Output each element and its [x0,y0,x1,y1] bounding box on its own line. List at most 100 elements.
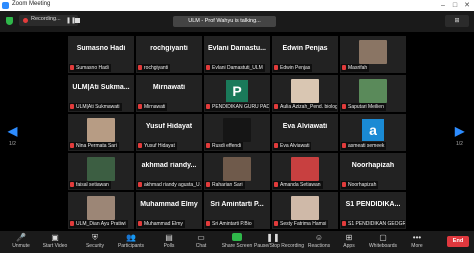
participant-name-label: ULM|Ati Sukmawati [69,103,122,111]
participant-tile[interactable]: Raharian Sari [204,153,270,190]
toolbar-apps-button[interactable]: ⊞ Apps [330,233,368,253]
participant-video [223,118,251,142]
participant-tile[interactable]: Mirnawati Mirnawati [136,75,202,112]
participant-display-name: Muhammad Elmy [140,201,198,208]
maximize-icon[interactable]: □ [449,0,461,11]
muted-mic-icon [206,104,210,109]
recording-label: Recording... [31,16,61,22]
participant-name-text: Nina Permata Sari [76,143,117,149]
participant-name-text: Masrifah [348,65,368,71]
participant-tile[interactable]: ULM|Ati Sukma... ULM|Ati Sukmawati [68,75,134,112]
participant-tile[interactable]: Nina Permata Sari [68,114,134,151]
chat-icon: ▭ [197,233,205,242]
participant-tile[interactable]: Sri Amintarti P... Sri Amintarti P.Bio [204,192,270,229]
participant-name-label: PENDIDIKAN GURU PAD... [205,103,269,111]
participant-display-name: Evlani Damastu... [208,45,266,52]
participant-name-label: Amanda Setiawan [273,181,323,189]
toolbar-whiteboards-button[interactable]: ▢ Whiteboards [364,233,402,253]
close-icon[interactable]: ✕ [461,0,473,11]
participant-tile[interactable]: Aulia Azizah_Pend. biologi [272,75,338,112]
participant-video [223,157,251,181]
participant-display-name: Sumasno Hadi [76,45,126,52]
participant-video [359,79,387,103]
participant-name-text: ULM|Ati Sukmawati [76,104,120,110]
participant-name-text: faisal setiawan [76,182,109,188]
toolbar-label: Share Screen [221,243,253,249]
participant-video [87,196,115,220]
next-page-icon[interactable]: ▶ [455,124,464,138]
participant-tile[interactable]: akhmad riandy... akhmad riandy agusta_U..… [136,153,202,190]
participant-name-text: Aulia Azizah_Pend. biologi [280,104,337,110]
toolbar-more-button[interactable]: ••• More [398,233,436,253]
video-off-icon: ▣ [51,233,59,242]
end-meeting-button[interactable]: End [447,236,469,247]
participant-tile[interactable]: Amanda Setiawan [272,153,338,190]
participant-tile[interactable]: S1 PENDIDIKA... S1 PENDIDIKAN GEOGRAFI [340,192,406,229]
participant-tile[interactable]: Saputari Meilien [340,75,406,112]
participant-name-label: Rusdi effendi [205,142,244,150]
participant-tile[interactable]: faisal setiawan [68,153,134,190]
toolbar-pause-stop-recording-button[interactable]: ❚❚ Pause/Stop Recording [254,233,305,253]
participant-name-label: Edwin Penjas [273,64,313,72]
muted-mic-icon [342,221,346,226]
view-button[interactable]: ⊞ [445,15,469,27]
muted-mic-icon [138,104,142,109]
participant-tile[interactable]: ULM_Dian Ayu Pratiwi [68,192,134,229]
participant-name-label: Sumasno Hadi [69,64,111,72]
participant-tile[interactable]: Muhammad Elmy Muhammad Elmy [136,192,202,229]
recording-dot-icon [23,18,28,23]
participants-icon: 👥 [126,233,136,242]
participant-tile[interactable]: rochgiyanti rochgiyanti [136,36,202,73]
participant-name-text: ULM_Dian Ayu Pratiwi [76,221,126,227]
toolbar-participants-button[interactable]: 👥 Participants [112,233,150,253]
encryption-shield-icon[interactable] [6,17,13,25]
participant-name-text: Edwin Penjas [280,65,311,71]
participant-tile[interactable]: Rusdi effendi [204,114,270,151]
participant-name-text: Noorhapizah [348,182,377,188]
participant-tile[interactable]: Yusuf Hidayat Yusuf Hidayat [136,114,202,151]
toolbar-chat-button[interactable]: ▭ Chat [182,233,220,253]
participant-tile[interactable]: Masrifah [340,36,406,73]
participant-tile[interactable]: P PENDIDIKAN GURU PAD... [204,75,270,112]
participant-tile[interactable]: Evlani Damastu... Evlani Damastuti_ULM [204,36,270,73]
muted-mic-icon [274,65,278,70]
participant-name-label: Evlani Damastuti_ULM [205,64,265,72]
participant-tile[interactable]: a asmeati semeek [340,114,406,151]
toolbar-label: Start Video [42,243,68,249]
zoom-logo-icon [2,2,9,9]
participant-name-label: Masrifah [341,64,370,72]
toolbar-label: Whiteboards [368,243,398,249]
stop-recording-icon[interactable] [75,18,80,23]
toolbar-start-video-button[interactable]: ▣ Start Video [36,233,74,253]
mic-muted-icon: 🎤 [16,233,26,242]
toolbar-share-screen-button[interactable]: Share Screen [218,233,256,253]
participant-tile[interactable]: Edwin Penjas Edwin Penjas [272,36,338,73]
participant-tile[interactable]: Noorhapizah Noorhapizah [340,153,406,190]
participant-name-label: asmeati semeek [341,142,387,150]
participant-name-text: Eva Alviawati [280,143,310,149]
toolbar-label: Pause/Stop Recording [254,243,305,249]
muted-mic-icon [138,143,142,148]
minimize-icon[interactable]: – [437,0,449,11]
participant-video [291,157,319,181]
active-speaker-banner: ULM - Prof Wahyu is talking... [173,16,276,27]
title-bar: Zoom Meeting – □ ✕ [0,0,474,11]
toolbar-security-button[interactable]: ⛨ Security [76,233,114,253]
participant-name-label: Mirnawati [137,103,168,111]
participant-name-label: Yusuf Hidayat [137,142,177,150]
toolbar-unmute-button[interactable]: 🎤 Unmute [2,233,40,253]
participant-name-label: faisal setiawan [69,181,111,189]
muted-mic-icon [206,221,210,226]
previous-page-icon[interactable]: ◀ [8,124,17,138]
participant-video [87,118,115,142]
shield-icon: ⛨ [92,233,98,242]
participant-tile[interactable]: Eva Alviawati Eva Alviawati [272,114,338,151]
participant-name-text: asmeati semeek [348,143,385,149]
participant-name-label: Eva Alviawati [273,142,312,150]
share-screen-icon [218,233,256,243]
participant-name-label: akhmad riandy agusta_U... [137,181,201,189]
participant-tile[interactable]: Sesty Fatrima Hamsi [272,192,338,229]
participant-tile[interactable]: Sumasno Hadi Sumasno Hadi [68,36,134,73]
participant-initial-avatar: a [362,119,384,141]
participant-display-name: Noorhapizah [351,162,395,169]
